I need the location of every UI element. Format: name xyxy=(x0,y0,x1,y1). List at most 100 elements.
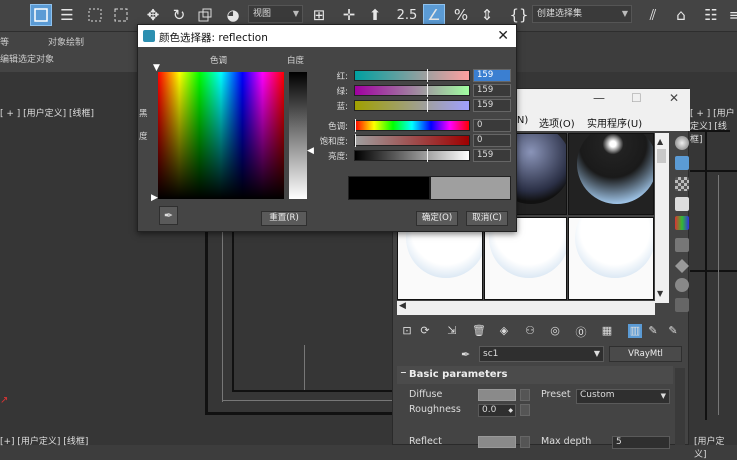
place-icon[interactable]: ◕ xyxy=(222,4,244,26)
sample-type-icon[interactable] xyxy=(675,136,689,150)
menu-item-options[interactable]: 选项(O) xyxy=(539,115,575,130)
get-material-icon[interactable]: ⊡ xyxy=(400,324,414,338)
viewport-label-bottom-left[interactable]: [+] [用户定义] [线框] xyxy=(0,434,88,447)
reset-button[interactable]: 重置(R) xyxy=(261,211,307,226)
go-to-parent-icon[interactable]: ✎ xyxy=(646,324,660,338)
snap-toggle-icon[interactable]: 2.5 xyxy=(396,4,418,26)
material-map-navigator-icon[interactable] xyxy=(675,298,689,312)
material-type-button[interactable]: VRayMtl xyxy=(609,346,682,362)
basic-parameters-rollout-header[interactable]: − Basic parameters xyxy=(397,366,673,384)
menu-item-utilities[interactable]: 实用程序(U) xyxy=(587,115,642,130)
ribbon-tab-left[interactable]: 等 xyxy=(0,35,9,48)
value-spinner[interactable]: 159 xyxy=(473,149,511,162)
viewport-label-top-right[interactable]: [ + ] [用户定义] [线框] xyxy=(690,106,737,145)
put-to-library-icon[interactable]: ⚇ xyxy=(523,324,537,338)
reflect-map-button[interactable] xyxy=(520,436,530,448)
red-spinner[interactable]: 159 xyxy=(473,69,511,82)
scroll-down-icon[interactable]: ▼ xyxy=(657,289,663,298)
green-spinner[interactable]: 159 xyxy=(473,84,511,97)
material-id-icon[interactable]: ◎ xyxy=(548,324,562,338)
red-slider-thumb[interactable] xyxy=(427,69,428,82)
select-by-material-icon[interactable] xyxy=(675,278,689,292)
blue-slider-thumb[interactable] xyxy=(427,99,428,112)
keyboard-shortcut-icon[interactable]: ⬆ xyxy=(364,4,386,26)
edit-named-selection-icon[interactable]: {} xyxy=(508,4,530,26)
viewport-label-top-left[interactable]: [ + ] [用户定义] [线框] xyxy=(0,106,94,119)
mirror-icon[interactable]: ⫽ xyxy=(642,4,664,26)
select-object-icon[interactable] xyxy=(30,4,52,26)
scroll-up-icon[interactable]: ▲ xyxy=(657,137,663,146)
value-slider[interactable] xyxy=(354,150,470,161)
reflect-color-swatch[interactable] xyxy=(478,436,516,448)
move-icon[interactable]: ✥ xyxy=(142,4,164,26)
roughness-map-button[interactable] xyxy=(520,404,530,416)
make-unique-icon[interactable]: ◈ xyxy=(497,324,511,338)
minimize-icon[interactable]: — xyxy=(593,91,605,105)
ribbon-tab-edit-selected[interactable]: 编辑选定对象 xyxy=(0,52,54,65)
eyedropper-button[interactable]: ✒ xyxy=(159,206,178,225)
hue-spinner[interactable]: 0 xyxy=(473,119,511,132)
background-icon[interactable] xyxy=(675,177,689,191)
make-preview-icon[interactable] xyxy=(675,238,689,252)
sample-slots-hscrollbar[interactable]: ◀ xyxy=(397,301,655,315)
close-icon[interactable]: ✕ xyxy=(497,28,509,44)
put-to-scene-icon[interactable]: ⟳ xyxy=(418,324,432,338)
value-slider-thumb[interactable] xyxy=(427,149,428,162)
blue-spinner[interactable]: 159 xyxy=(473,99,511,112)
diffuse-color-swatch[interactable] xyxy=(478,389,516,401)
layer-icon[interactable]: ≡ xyxy=(724,4,737,26)
blackness-marker-icon[interactable]: ▶ xyxy=(151,193,158,203)
original-color-swatch[interactable] xyxy=(348,176,430,200)
reference-coord-dropdown[interactable]: 视图 ▼ xyxy=(248,5,303,23)
ribbon-tab-object-paint[interactable]: 对象绘制 xyxy=(48,35,84,48)
angle-snap-icon[interactable]: ∠ xyxy=(423,4,445,26)
named-selection-dropdown[interactable]: 创建选择集 ▼ xyxy=(532,5,632,23)
hue-slider-thumb[interactable] xyxy=(355,119,356,132)
backlight-icon[interactable] xyxy=(675,156,689,170)
delete-material-icon[interactable]: 🗑 xyxy=(472,324,486,338)
percent-snap-icon[interactable]: % xyxy=(450,4,472,26)
hue-saturation-area[interactable] xyxy=(158,72,284,199)
blue-slider[interactable] xyxy=(354,100,470,111)
roughness-spinner[interactable]: 0.0 ◆ xyxy=(478,404,516,417)
close-icon[interactable]: ✕ xyxy=(669,91,679,105)
spinner-snap-icon[interactable]: ⇕ xyxy=(476,4,498,26)
ok-button[interactable]: 确定(O) xyxy=(416,211,458,226)
material-id-channel-icon[interactable]: ⓪ xyxy=(574,324,588,339)
video-color-check-icon[interactable] xyxy=(675,216,689,230)
cancel-button[interactable]: 取消(C) xyxy=(466,211,508,226)
saturation-slider-thumb[interactable] xyxy=(355,134,356,147)
rollout-scrollbar[interactable] xyxy=(675,368,685,445)
show-shaded-icon[interactable]: ▦ xyxy=(600,324,614,338)
whiteness-marker-icon[interactable]: ◀ xyxy=(307,146,314,156)
eyedropper-icon[interactable]: ✒ xyxy=(461,348,470,361)
window-crossing-icon[interactable] xyxy=(110,4,132,26)
rect-selection-icon[interactable] xyxy=(84,4,106,26)
align-icon[interactable]: ⌂ xyxy=(670,4,692,26)
spinner-arrows-icon[interactable]: ◆ xyxy=(508,405,513,416)
material-name-field[interactable]: sc1 ▼ xyxy=(479,346,604,362)
preset-dropdown[interactable]: Custom ▼ xyxy=(576,389,670,404)
scroll-left-icon[interactable]: ◀ xyxy=(399,301,406,311)
scale-icon[interactable] xyxy=(194,4,216,26)
show-end-result-icon[interactable]: ▥ xyxy=(628,324,642,338)
sample-uv-icon[interactable] xyxy=(675,197,689,211)
sample-slots-vscrollbar[interactable]: ▲ ▼ xyxy=(655,133,669,303)
red-slider[interactable] xyxy=(354,70,470,81)
new-color-swatch[interactable] xyxy=(430,176,511,200)
whiteness-bar[interactable] xyxy=(289,72,307,199)
color-picker-titlebar[interactable]: 颜色选择器: reflection xyxy=(138,25,516,47)
pivot-icon[interactable]: ⊞ xyxy=(308,4,330,26)
saturation-spinner[interactable]: 0 xyxy=(473,134,511,147)
hue-slider[interactable] xyxy=(354,120,470,131)
maximize-icon[interactable]: ☐ xyxy=(631,91,642,105)
saturation-slider[interactable] xyxy=(354,135,470,146)
green-slider-thumb[interactable] xyxy=(427,84,428,97)
sample-slot-6[interactable] xyxy=(568,217,654,300)
scroll-thumb[interactable] xyxy=(657,149,666,163)
rotate-icon[interactable]: ↻ xyxy=(168,4,190,26)
max-depth-spinner[interactable]: 5 xyxy=(612,436,670,449)
select-by-name-icon[interactable]: ☰ xyxy=(56,4,78,26)
go-forward-sibling-icon[interactable]: ✎ xyxy=(666,324,680,338)
assign-material-icon[interactable]: ⇲ xyxy=(445,324,459,338)
